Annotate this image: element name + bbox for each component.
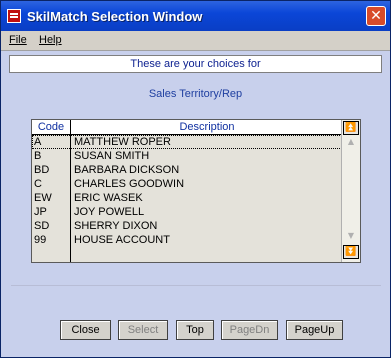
- row-code: 99: [34, 234, 47, 246]
- row-description: CHARLES GOODWIN: [74, 178, 185, 190]
- title-bar[interactable]: SkilMatch Selection Window ✕: [1, 1, 390, 31]
- row-code: C: [34, 178, 42, 190]
- row-description: JOY POWELL: [74, 206, 145, 218]
- page-down-button[interactable]: PageDn: [221, 320, 278, 340]
- close-button[interactable]: Close: [60, 320, 111, 340]
- row-description: HOUSE ACCOUNT: [74, 234, 170, 246]
- grid-rows: A MATTHEW ROPER B SUSAN SMITH BD BARBARA DI…: [32, 135, 342, 247]
- top-button[interactable]: Top: [176, 320, 214, 340]
- app-icon: [7, 9, 21, 23]
- column-header-code[interactable]: Code: [32, 120, 70, 134]
- table-row[interactable]: 99 HOUSE ACCOUNT: [32, 233, 342, 247]
- selection-window: SkilMatch Selection Window ✕ File Help T…: [0, 0, 391, 358]
- page-up-button[interactable]: PageUp: [286, 320, 343, 340]
- row-description: BARBARA DICKSON: [74, 164, 180, 176]
- row-code: BD: [34, 164, 50, 176]
- grid-header: Code Description: [32, 120, 342, 135]
- selection-subtitle: Sales Territory/Rep: [148, 88, 243, 100]
- row-code: SD: [34, 220, 50, 232]
- scroll-to-bottom-icon[interactable]: ⏬: [343, 245, 359, 259]
- divider: [11, 285, 381, 286]
- table-row[interactable]: SD SHERRY DIXON: [32, 219, 342, 233]
- row-code: A: [34, 136, 42, 148]
- scroll-up-arrow-icon[interactable]: ▲: [345, 137, 357, 147]
- row-description: MATTHEW ROPER: [74, 136, 171, 148]
- window-title: SkilMatch Selection Window: [27, 9, 203, 24]
- column-header-description[interactable]: Description: [72, 120, 342, 134]
- row-description: SHERRY DIXON: [74, 220, 158, 232]
- vertical-scrollbar[interactable]: ⏫ ▲ ▼ ⏬: [341, 120, 360, 262]
- choices-banner: These are your choices for: [9, 55, 382, 73]
- close-window-icon[interactable]: ✕: [366, 6, 386, 26]
- table-row[interactable]: BD BARBARA DICKSON: [32, 163, 342, 177]
- table-row[interactable]: EW ERIC WASEK: [32, 191, 342, 205]
- row-code: EW: [34, 192, 52, 204]
- scroll-down-arrow-icon[interactable]: ▼: [345, 231, 357, 241]
- menu-help[interactable]: Help: [39, 34, 62, 46]
- table-row[interactable]: JP JOY POWELL: [32, 205, 342, 219]
- table-row[interactable]: C CHARLES GOODWIN: [32, 177, 342, 191]
- select-button[interactable]: Select: [118, 320, 168, 340]
- selection-grid: Code Description A MATTHEW ROPER B SUSAN S…: [31, 119, 361, 263]
- row-description: SUSAN SMITH: [74, 150, 150, 162]
- scroll-to-top-icon[interactable]: ⏫: [343, 121, 359, 135]
- row-code: B: [34, 150, 42, 162]
- row-description: ERIC WASEK: [74, 192, 143, 204]
- row-code: JP: [34, 206, 47, 218]
- table-row[interactable]: A MATTHEW ROPER: [32, 135, 342, 149]
- menu-bar: File Help: [1, 31, 390, 51]
- menu-file[interactable]: File: [9, 34, 27, 46]
- table-row[interactable]: B SUSAN SMITH: [32, 149, 342, 163]
